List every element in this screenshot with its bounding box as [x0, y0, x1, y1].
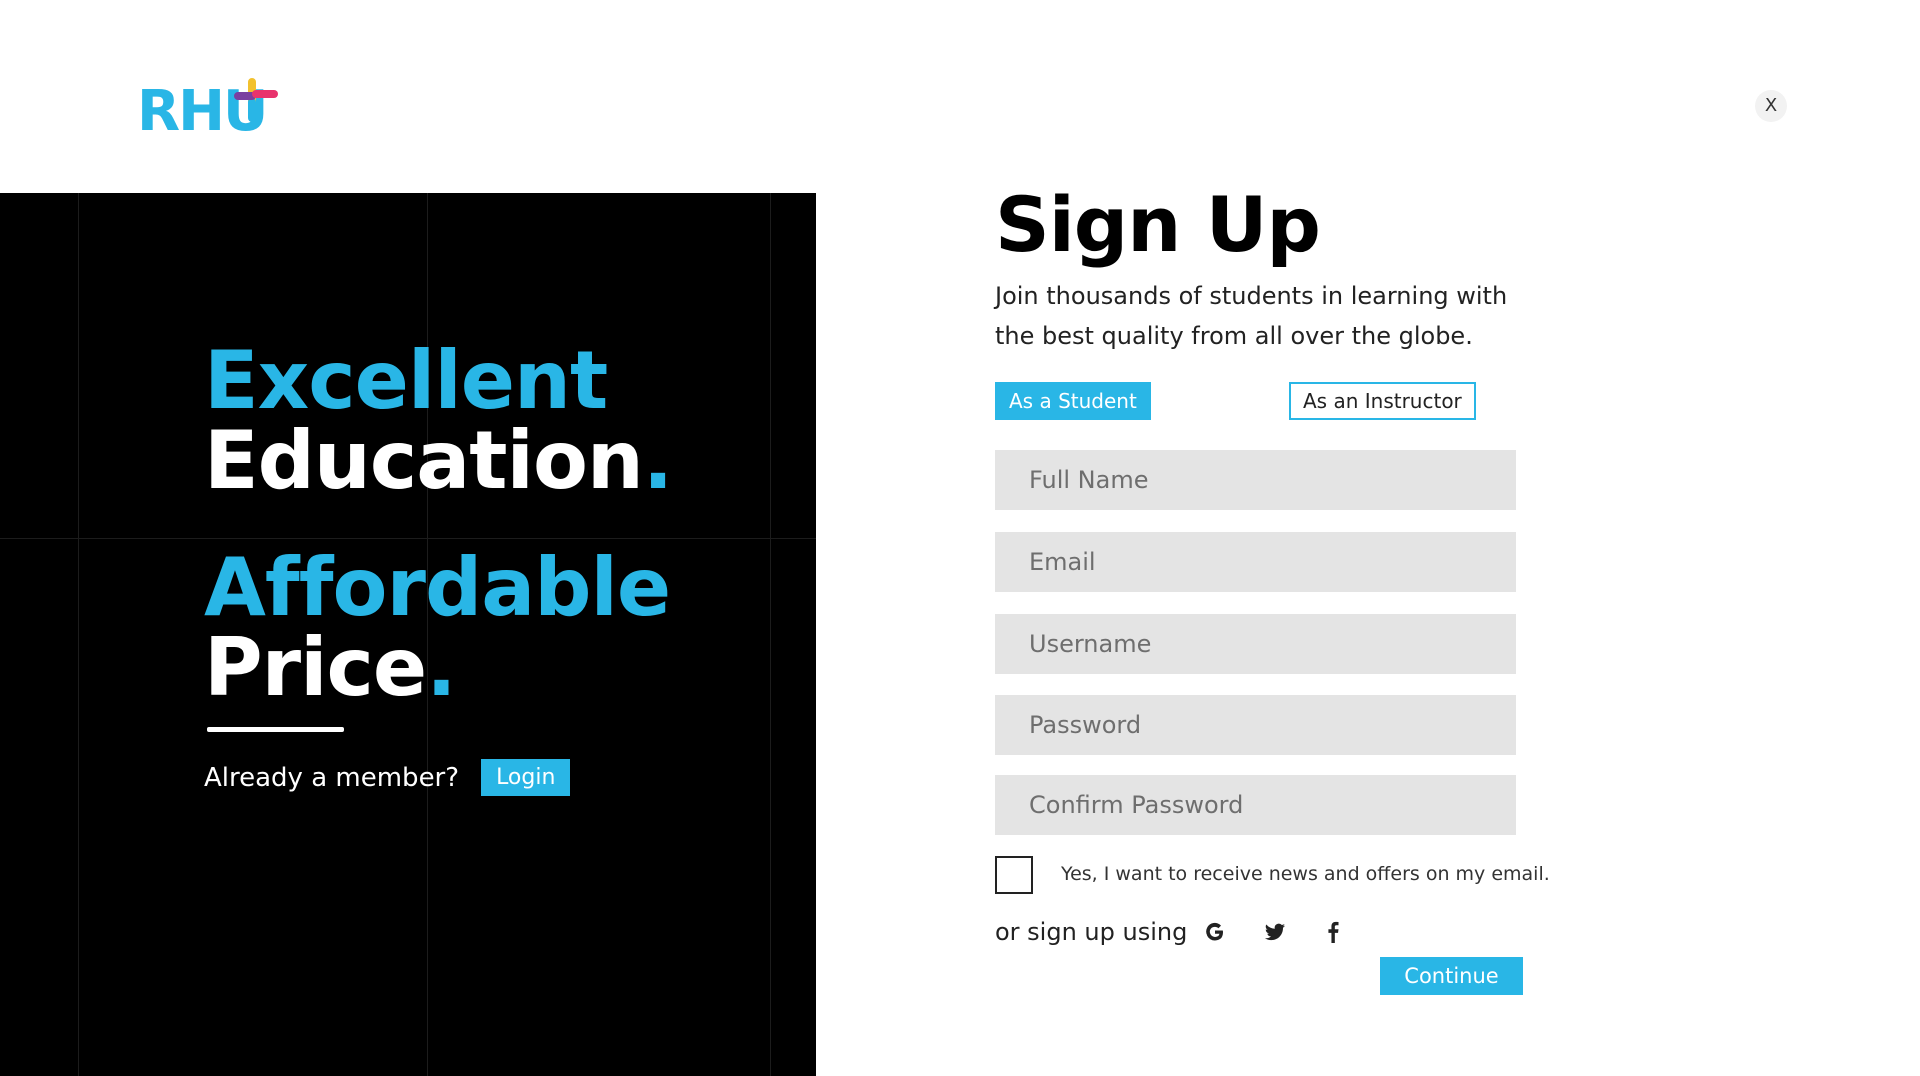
facebook-icon[interactable] — [1319, 918, 1347, 946]
newsletter-checkbox[interactable] — [995, 856, 1033, 894]
rhu-logo: RHU — [137, 78, 278, 140]
logo-plus-icon — [234, 78, 278, 122]
email-field[interactable] — [995, 532, 1516, 592]
continue-button[interactable]: Continue — [1380, 957, 1523, 995]
divider-bar — [207, 727, 344, 732]
social-signup-text: or sign up using — [995, 918, 1188, 946]
newsletter-label: Yes, I want to receive news and offers o… — [1061, 863, 1550, 885]
headline-price: Price. — [204, 628, 457, 708]
grid-line — [78, 193, 79, 1076]
confirm-password-field[interactable] — [995, 775, 1516, 835]
page-title: Sign Up — [995, 180, 1321, 269]
close-button[interactable]: X — [1755, 90, 1787, 122]
headline-line4: Price — [204, 621, 427, 714]
headline-education: Education. — [204, 421, 673, 501]
headline-affordable: Affordable — [204, 548, 671, 628]
page-subtitle: Join thousands of students in learning w… — [995, 282, 1508, 350]
headline-excellent: Excellent — [204, 341, 608, 421]
username-field[interactable] — [995, 614, 1516, 674]
headline-dot: . — [426, 621, 456, 714]
password-field[interactable] — [995, 695, 1516, 755]
role-selector: As a Student As an Instructor — [995, 382, 1555, 420]
hero-panel: Excellent Education. Affordable Price. A… — [0, 193, 816, 1076]
google-icon[interactable] — [1201, 918, 1229, 946]
full-name-field[interactable] — [995, 450, 1516, 510]
already-member-text: Already a member? — [204, 762, 460, 793]
headline-dot: . — [642, 414, 673, 507]
signup-page: RHU X Excellent Education. Affordable Pr… — [0, 0, 1920, 1076]
twitter-icon[interactable] — [1261, 918, 1289, 946]
social-signup-row: or sign up using — [995, 912, 1347, 952]
grid-line — [770, 193, 771, 1076]
login-button[interactable]: Login — [481, 759, 571, 796]
grid-line — [0, 538, 816, 539]
member-row: Already a member? Login — [204, 759, 571, 796]
signup-form: Sign Up Join thousands of students in le… — [995, 180, 1555, 995]
instructor-role-button[interactable]: As an Instructor — [1289, 382, 1476, 420]
headline-line2: Education — [204, 414, 644, 507]
student-role-button[interactable]: As a Student — [995, 382, 1151, 420]
